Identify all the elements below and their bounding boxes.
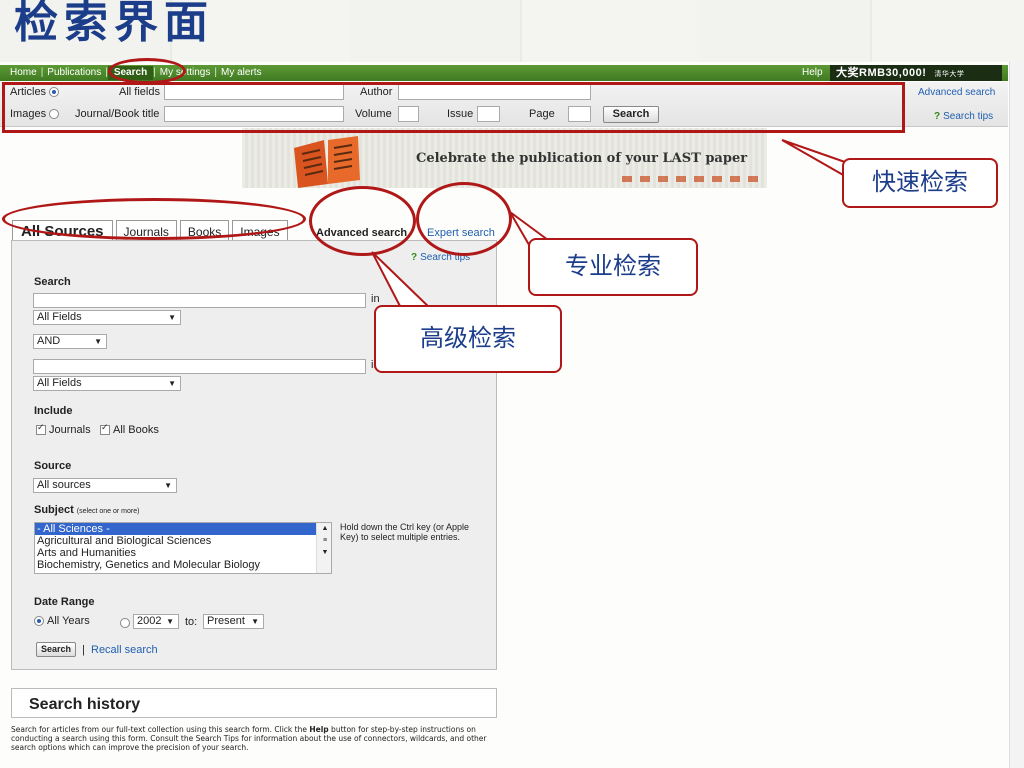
nav-help[interactable]: Help [802,66,823,80]
books-checkbox-label: All Books [113,424,159,436]
promo-celebrate-banner[interactable]: Celebrate the publication of your LAST p… [242,128,767,188]
listbox-scrollbar[interactable]: ▲ ≡ ▼ [316,523,331,573]
all-years-label: All Years [47,615,90,627]
ctrl-key-hint: Hold down the Ctrl key (or Apple Key) to… [340,522,470,542]
chevron-down-icon: ▼ [164,481,172,490]
search-term-1-input[interactable] [33,293,366,308]
chevron-down-icon: ▼ [251,617,259,626]
nav-home[interactable]: Home [6,66,41,80]
subject-label: Subject (select one or more) [34,504,139,516]
list-item[interactable]: - All Sciences - [35,523,317,535]
include-label: Include [34,405,73,417]
callout-quick-search: 快速检索 [842,158,998,208]
operator-select[interactable]: AND ▼ [33,334,107,349]
date-range-label: Date Range [34,596,95,608]
book-icon [294,136,360,188]
separator: | [82,644,85,656]
annotation-ring-source-tabs [2,198,306,240]
year-to-select[interactable]: Present ▼ [203,614,264,629]
form-search-button[interactable]: Search [36,642,76,657]
help-question-icon: ? [411,252,418,263]
chevron-down-icon: ▼ [168,379,176,388]
books-checkbox[interactable] [100,422,110,436]
instructions-help-word: Help [309,725,329,734]
search-history-title: Search history [29,696,141,713]
operator-value: AND [37,335,61,347]
recall-search-link[interactable]: Recall search [91,644,158,656]
search-history-panel: Search history [11,688,497,718]
promo-small-text: 清华大学 [934,71,965,78]
field-1-select[interactable]: All Fields ▼ [33,310,181,325]
banner-decoration [622,176,762,182]
field-2-value: All Fields [37,377,82,389]
annotation-ring-advanced [309,186,416,256]
chevron-down-icon: ▼ [168,313,176,322]
promo-text: 大奖RMB30,000! [836,67,927,79]
list-item[interactable]: Biochemistry, Genetics and Molecular Bio… [35,559,331,571]
to-label: to: [185,616,198,628]
nav-separator: | [40,67,44,78]
journals-checkbox-label: Journals [49,424,91,436]
search-tips-link[interactable]: Search tips [943,111,993,122]
nav-my-alerts[interactable]: My alerts [217,66,266,80]
source-select[interactable]: All sources ▼ [33,478,177,493]
chevron-down-icon: ▼ [166,617,174,626]
subject-label-text: Subject [34,504,74,516]
page-scrollbar[interactable] [1009,62,1024,768]
search-instructions: Search for articles from our full-text c… [11,725,501,752]
callout-expert-search: 专业检索 [528,238,698,296]
in-label: in [371,293,380,305]
promo-banner[interactable]: 大奖RMB30,000! 清华大学 [830,65,1002,81]
instructions-text: Search for articles from our full-text c… [11,725,310,734]
year-range-radio[interactable] [120,618,130,628]
year-from-value: 2002 [137,615,162,627]
search-tips-row[interactable]: ? Search tips [934,111,993,122]
search-label: Search [34,276,71,288]
source-label: Source [34,460,72,472]
annotation-ring-expert [416,182,512,256]
chevron-down-icon: ▼ [94,337,102,346]
year-to-value: Present [207,615,245,627]
field-1-value: All Fields [37,311,82,323]
source-value: All sources [37,479,91,491]
year-from-select[interactable]: 2002 ▼ [133,614,179,629]
all-years-row[interactable]: All Years [34,615,90,627]
help-question-icon: ? [934,111,941,122]
annotation-ring-search-tab [108,58,186,84]
slide-title: 检索界面 [14,0,214,48]
field-2-select[interactable]: All Fields ▼ [33,376,181,391]
journals-checkbox[interactable] [36,422,46,436]
subject-listbox[interactable]: - All Sciences - Agricultural and Biolog… [34,522,332,574]
advanced-search-link[interactable]: Advanced search [918,87,995,98]
include-journals-row[interactable]: Journals [36,422,91,436]
nav-separator: | [214,67,217,78]
search-term-2-input[interactable] [33,359,366,374]
list-item[interactable]: Agricultural and Biological Sciences [35,535,331,547]
all-years-radio[interactable] [34,616,44,627]
nav-publications[interactable]: Publications [43,66,105,80]
banner-text: Celebrate the publication of your LAST p… [416,151,748,166]
annotation-rect-quick-search [2,82,905,133]
callout-advanced-search: 高级检索 [374,305,562,373]
include-books-row[interactable]: All Books [100,422,159,436]
list-item[interactable]: Arts and Humanities [35,547,331,559]
subject-hint: (select one or more) [76,508,140,515]
